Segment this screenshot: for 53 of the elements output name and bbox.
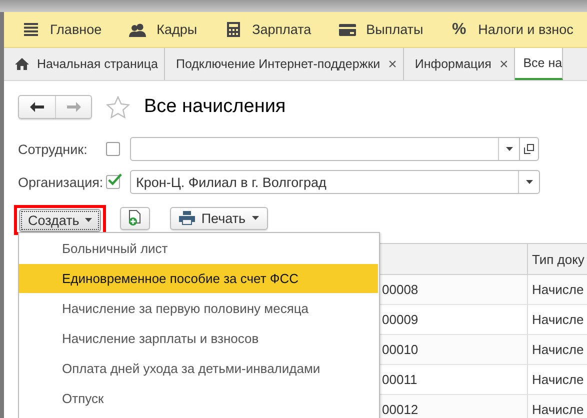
people-icon	[129, 22, 146, 36]
star-icon[interactable]	[106, 96, 130, 118]
filter-label: Организация:	[18, 174, 104, 190]
table-cell: 00008	[382, 282, 418, 297]
forward-arrow-icon	[66, 102, 80, 112]
tab[interactable]: Начальная страница	[4, 48, 165, 80]
menu-item[interactable]: Начисление зарплаты и взносов	[19, 324, 378, 353]
table-cell: 00011	[382, 372, 418, 387]
table-cell: 00012	[382, 402, 418, 417]
menu-section-link[interactable]: Кадры	[156, 22, 198, 37]
caret-icon	[85, 218, 92, 222]
menu-item[interactable]: Отпуск	[19, 384, 378, 413]
table-cell: Начисле	[527, 395, 587, 418]
table-cell: Начисле	[527, 305, 587, 334]
close-icon[interactable]: ×	[499, 56, 508, 72]
page-title: Все начисления	[144, 96, 286, 118]
calculator-icon	[226, 22, 240, 37]
caret-icon	[252, 216, 259, 220]
column-header[interactable]: Тип доку	[527, 244, 587, 274]
dropdown-field[interactable]: Крон-Ц. Филиал в г. Волгоград	[130, 170, 540, 194]
table-cell: 00010	[382, 342, 418, 357]
percent-icon: %	[452, 20, 466, 38]
table-cell: Начисле	[527, 275, 587, 304]
menu-section-link[interactable]: Зарплата	[252, 22, 312, 37]
tab[interactable]: Все на	[515, 48, 564, 80]
menu-item[interactable]: Единовременное пособие за счет ФСС	[19, 264, 378, 293]
print-button[interactable]: Печать	[170, 206, 268, 230]
filter-label: Сотрудник:	[18, 142, 88, 156]
table-cell: Начисле	[527, 335, 587, 364]
dropdown-field[interactable]	[130, 137, 520, 161]
caret-icon	[506, 147, 512, 151]
close-icon[interactable]: ×	[388, 56, 397, 72]
table-cell: Начисле	[527, 365, 587, 394]
menu-section-link[interactable]: Главное	[50, 22, 102, 37]
menu-section-link[interactable]: Налоги и взнос	[478, 22, 574, 37]
open-window-icon	[524, 144, 534, 154]
create-button[interactable]: Создать	[19, 208, 102, 232]
checkbox[interactable]	[106, 142, 120, 156]
menu-item[interactable]: Начисление за первую половину месяца	[19, 294, 378, 323]
add-document-button[interactable]	[120, 206, 150, 230]
menu-section-link[interactable]: Выплаты	[366, 22, 424, 37]
document-plus-icon	[128, 210, 142, 226]
menu-item[interactable]: Больничный лист	[19, 234, 378, 263]
menu-item[interactable]: Оплата дней ухода за детьми-инвалидами	[19, 354, 378, 383]
tab[interactable]: Подключение Интернет-поддержки ×	[164, 48, 404, 80]
checkbox[interactable]	[106, 175, 120, 189]
card-icon	[338, 24, 356, 36]
menu-icon	[24, 23, 38, 36]
table-cell: 00009	[382, 312, 418, 327]
caret-icon	[526, 180, 532, 184]
open-button[interactable]	[520, 137, 539, 161]
back-arrow-icon	[30, 102, 44, 112]
printer-icon	[179, 211, 196, 225]
